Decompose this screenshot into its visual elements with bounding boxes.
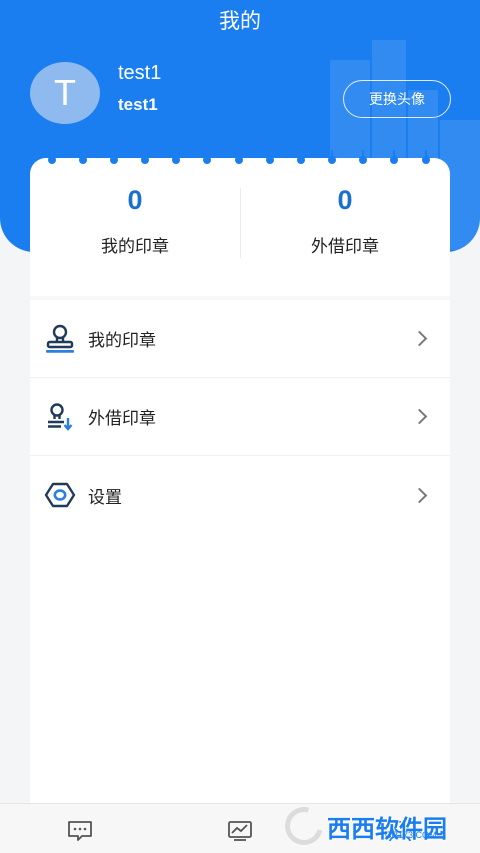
stats-panel: 0 我的印章 0 外借印章 bbox=[30, 172, 450, 300]
stat-my-stamps[interactable]: 0 我的印章 bbox=[30, 172, 240, 257]
chevron-right-icon bbox=[411, 487, 428, 503]
stat-value: 0 bbox=[127, 185, 143, 215]
chevron-right-icon bbox=[411, 330, 428, 347]
menu-item-label: 我的印章 bbox=[88, 331, 156, 351]
message-icon[interactable] bbox=[67, 820, 93, 842]
settings-hexagon-icon bbox=[44, 482, 76, 508]
user-account: test1 bbox=[118, 95, 158, 114]
watermark-icon bbox=[278, 800, 330, 852]
page-title: 我的 bbox=[219, 9, 261, 33]
chart-icon[interactable] bbox=[227, 820, 253, 842]
avatar[interactable]: T bbox=[30, 62, 100, 124]
watermark-logo: 西西软件园 CR173.COM bbox=[278, 800, 460, 852]
watermark-subtext: CR173.COM bbox=[385, 830, 437, 840]
stat-lent-stamps[interactable]: 0 外借印章 bbox=[240, 172, 450, 257]
stat-label: 我的印章 bbox=[101, 237, 169, 257]
stat-value: 0 bbox=[337, 185, 353, 215]
menu-item-settings[interactable]: 设置 bbox=[30, 456, 450, 534]
stamp-icon bbox=[46, 324, 74, 353]
menu-item-label: 设置 bbox=[88, 487, 122, 508]
stat-label: 外借印章 bbox=[311, 237, 379, 257]
card-binding-rings bbox=[0, 150, 480, 170]
chevron-right-icon bbox=[411, 408, 428, 425]
menu-item-my-stamps[interactable]: 我的印章 bbox=[30, 300, 450, 378]
menu-item-label: 外借印章 bbox=[88, 409, 156, 429]
change-avatar-button[interactable]: 更换头像 bbox=[343, 80, 451, 118]
menu-item-lent-stamps[interactable]: 外借印章 bbox=[30, 378, 450, 456]
stamp-lend-icon bbox=[48, 402, 73, 431]
user-name: test1 bbox=[118, 62, 162, 84]
